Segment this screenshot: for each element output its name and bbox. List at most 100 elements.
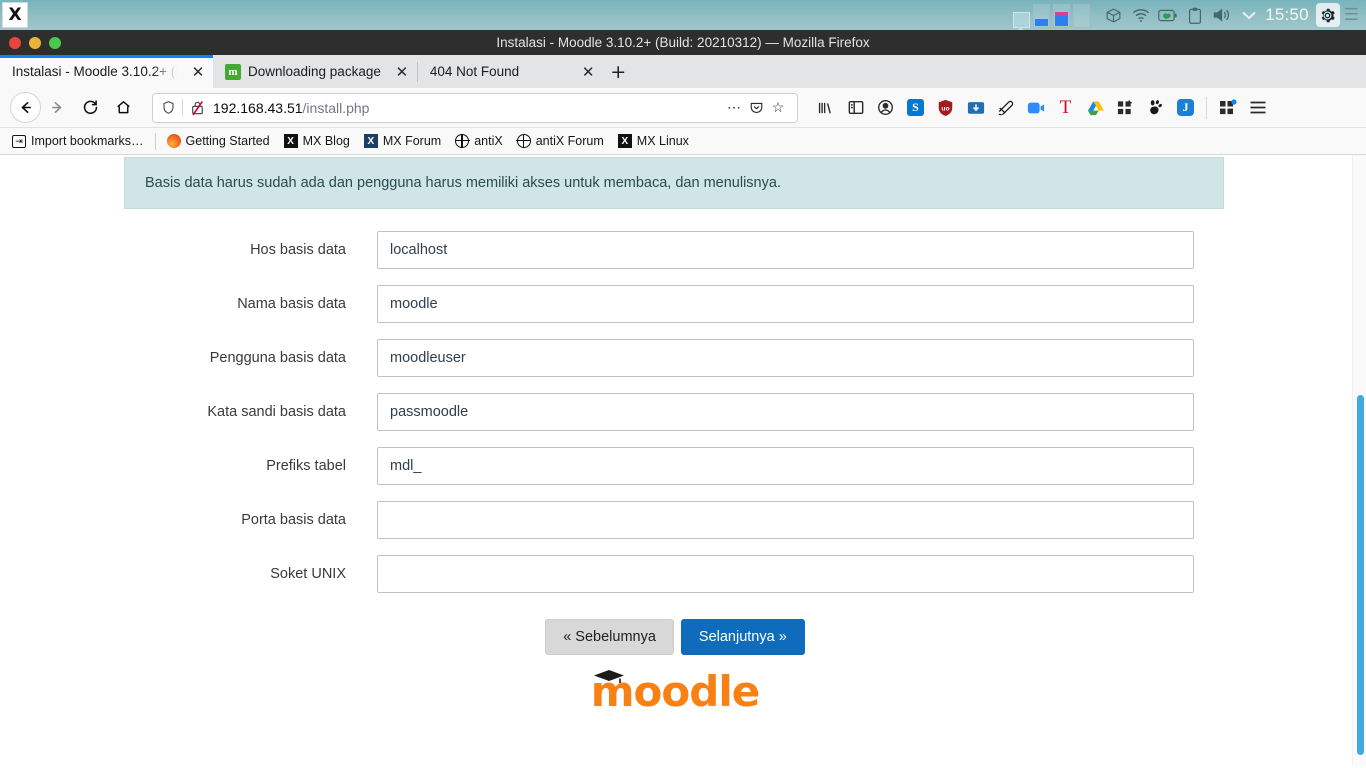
url-divider xyxy=(182,99,183,116)
vertical-scrollbar[interactable] xyxy=(1352,155,1366,766)
forward-button[interactable] xyxy=(41,91,74,124)
gear-icon[interactable] xyxy=(1315,3,1340,27)
window-controls xyxy=(0,36,61,49)
close-window-button[interactable] xyxy=(9,36,21,49)
prefix-input[interactable]: mdl_ xyxy=(377,447,1194,485)
mx-logo-icon[interactable]: X xyxy=(2,2,28,28)
volume-icon[interactable] xyxy=(1208,0,1235,30)
grammarly-extension-icon[interactable]: T xyxy=(1051,93,1080,123)
field-label: Hos basis data xyxy=(250,242,346,258)
tab-title: 404 Not Found xyxy=(429,64,520,79)
google-drive-icon[interactable] xyxy=(1081,93,1110,123)
form-row-dbhost: Hos basis data localhost xyxy=(0,231,1350,269)
workspace-cell-2[interactable] xyxy=(1033,4,1051,28)
bookmark-label: Getting Started xyxy=(185,134,270,148)
moodle-favicon: m xyxy=(225,63,241,80)
workspace-cell-4[interactable] xyxy=(1073,4,1091,28)
clock[interactable]: 15:50 xyxy=(1262,5,1316,25)
bookmark-antix[interactable]: antiX xyxy=(449,132,509,150)
mx-blue-icon: X xyxy=(363,134,378,148)
new-tab-button[interactable]: + xyxy=(603,55,633,88)
workspace-switcher[interactable]: 2 xyxy=(1013,2,1091,40)
blue-box-extension-icon[interactable] xyxy=(961,93,990,123)
maximize-window-button[interactable] xyxy=(49,36,61,49)
dbuser-input[interactable]: moodleuser xyxy=(377,339,1194,377)
dbport-input[interactable] xyxy=(377,501,1194,539)
bookmark-label: MX Linux xyxy=(636,134,689,148)
home-button[interactable] xyxy=(107,91,140,124)
svg-text:uo: uo xyxy=(941,105,949,112)
sidebar-icon[interactable] xyxy=(841,93,870,123)
jdownloader-glyph: J xyxy=(1177,99,1194,116)
bookmark-getting-started[interactable]: Getting Started xyxy=(161,132,276,150)
bookmark-label: Import bookmarks… xyxy=(31,134,144,148)
close-icon[interactable]: ✕ xyxy=(393,63,411,81)
skype-extension-icon[interactable]: S xyxy=(901,93,930,123)
field-label: Porta basis data xyxy=(241,512,346,528)
scrollbar-thumb[interactable] xyxy=(1357,395,1364,755)
tracking-protection-shield-icon[interactable] xyxy=(161,100,176,115)
gnome-extension-icon[interactable] xyxy=(1141,93,1170,123)
field-label: Pengguna basis data xyxy=(209,350,346,366)
zoom-extension-icon[interactable] xyxy=(1021,93,1050,123)
extensions-overflow-icon[interactable] xyxy=(1213,93,1242,123)
toolbar-separator xyxy=(1206,96,1207,119)
page-actions-icon[interactable]: ⋯ xyxy=(723,99,745,116)
previous-button[interactable]: « Sebelumnya xyxy=(545,619,674,655)
tab-downloading-package[interactable]: m Downloading package ✕ xyxy=(213,55,417,88)
url-text[interactable]: 192.168.43.51/install.php xyxy=(213,100,723,116)
package-icon[interactable] xyxy=(1100,0,1127,30)
dbname-input[interactable]: moodle xyxy=(377,285,1194,323)
back-button[interactable] xyxy=(10,92,41,123)
tab-404-not-found[interactable]: 404 Not Found ✕ xyxy=(418,55,603,88)
bookmark-mx-forum[interactable]: X MX Forum xyxy=(358,132,447,150)
minimize-window-button[interactable] xyxy=(29,36,41,49)
next-button[interactable]: Selanjutnya » xyxy=(680,619,805,655)
dbhost-input[interactable]: localhost xyxy=(377,231,1194,269)
graduation-cap-icon xyxy=(593,670,624,683)
navigation-toolbar: 192.168.43.51/install.php ⋯ ☆ S uo T J xyxy=(0,88,1366,128)
sketch-extension-icon[interactable] xyxy=(991,93,1020,123)
form-row-dbpass: Kata sandi basis data passmoodle xyxy=(0,393,1350,431)
moodle-logo: moodle xyxy=(591,670,760,713)
field-label: Kata sandi basis data xyxy=(207,404,346,420)
bookmark-antix-forum[interactable]: antiX Forum xyxy=(511,132,610,150)
mx-icon: X xyxy=(617,134,632,148)
bookmark-label: MX Blog xyxy=(302,134,350,148)
dbpass-input[interactable]: passmoodle xyxy=(377,393,1194,431)
close-icon[interactable]: ✕ xyxy=(189,63,207,81)
form-row-dbuser: Pengguna basis data moodleuser xyxy=(0,339,1350,377)
pocket-icon[interactable] xyxy=(745,100,767,115)
workspace-cell-1[interactable]: 2 xyxy=(1013,12,1031,40)
close-icon[interactable]: ✕ xyxy=(579,63,597,81)
tray-expand-icon[interactable] xyxy=(1235,0,1262,30)
app-menu-icon[interactable] xyxy=(1243,93,1272,123)
form-row-dbport: Porta basis data xyxy=(0,501,1350,539)
form-row-prefix: Prefiks tabel mdl_ xyxy=(0,447,1350,485)
bookmark-import[interactable]: ⇥ Import bookmarks… xyxy=(6,132,150,150)
account-icon[interactable] xyxy=(871,93,900,123)
broken-lock-icon[interactable] xyxy=(190,100,205,116)
hamburger-menu-icon[interactable]: ☰ xyxy=(1344,5,1363,25)
url-bar[interactable]: 192.168.43.51/install.php ⋯ ☆ xyxy=(152,92,798,123)
moodle-logo-wrapper: moodle xyxy=(0,670,1350,713)
bookmark-mx-linux[interactable]: X MX Linux xyxy=(612,132,695,150)
tab-instalasi-moodle[interactable]: Instalasi - Moodle 3.10.2+ (Bu ✕ xyxy=(0,55,213,88)
bookmark-star-icon[interactable]: ☆ xyxy=(767,99,789,116)
ublock-origin-icon[interactable]: uo xyxy=(931,93,960,123)
library-icon[interactable] xyxy=(811,93,840,123)
bookmark-label: antiX Forum xyxy=(535,134,604,148)
moodle-install-page: Basis data harus sudah ada dan pengguna … xyxy=(0,157,1350,713)
workspace-cell-3[interactable] xyxy=(1053,4,1071,28)
clipboard-icon[interactable] xyxy=(1181,0,1208,30)
reload-button[interactable] xyxy=(74,91,107,124)
globe-icon xyxy=(516,133,532,149)
wifi-icon[interactable] xyxy=(1127,0,1154,30)
jdownloader-icon[interactable]: J xyxy=(1171,93,1200,123)
apps-grid-icon[interactable] xyxy=(1111,93,1140,123)
bookmark-mx-blog[interactable]: X MX Blog xyxy=(278,132,356,150)
battery-icon[interactable] xyxy=(1154,0,1181,30)
form-row-dbsocket: Soket UNIX xyxy=(0,555,1350,593)
dbsocket-input[interactable] xyxy=(377,555,1194,593)
tab-title: Instalasi - Moodle 3.10.2+ (Bu xyxy=(12,64,177,79)
